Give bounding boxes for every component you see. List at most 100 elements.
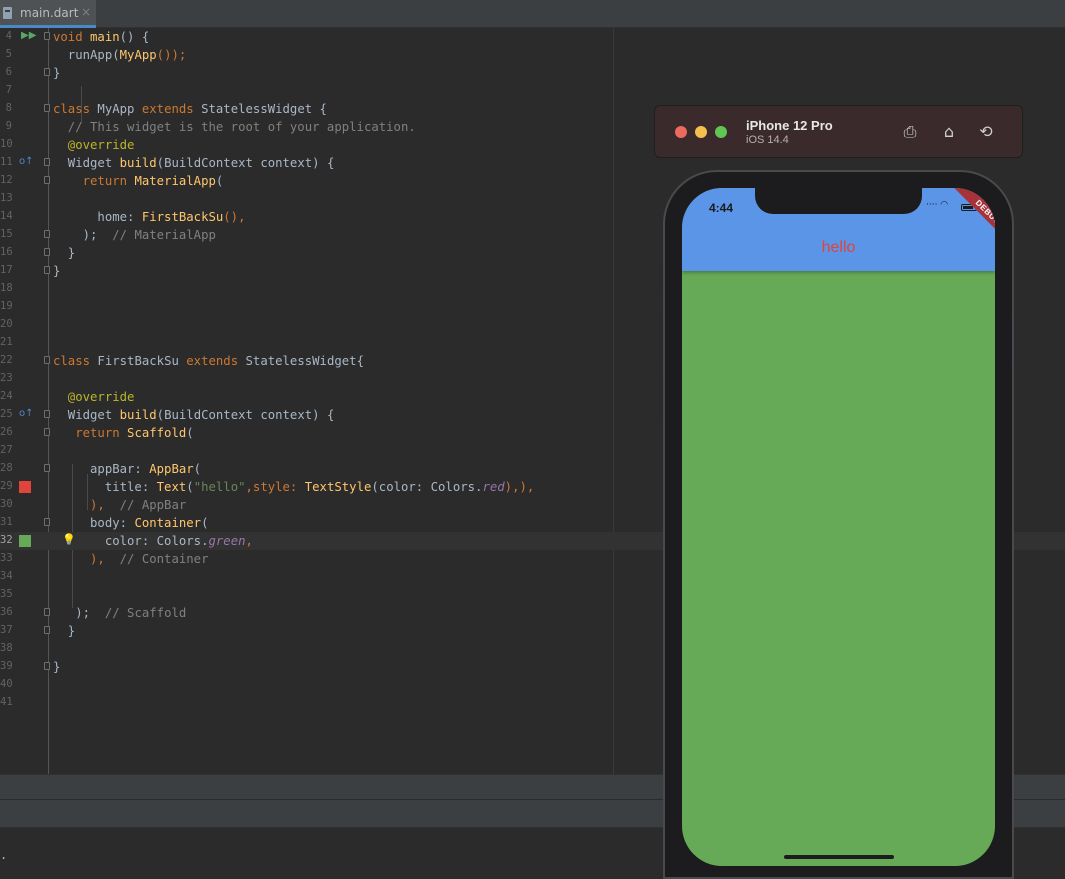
fold-marker[interactable] (44, 356, 50, 364)
code-text: body: Container( (53, 516, 209, 530)
code-text: color: Colors.green, (53, 534, 253, 548)
code-text: title: Text("hello",style: TextStyle(col… (53, 480, 535, 494)
line-number: 12 (0, 174, 13, 186)
home-icon[interactable]: ⌂ (938, 121, 960, 143)
line-number: 26 (0, 426, 13, 438)
fold-marker[interactable] (44, 428, 50, 436)
color-swatch-red[interactable] (19, 481, 31, 493)
fold-marker[interactable] (44, 68, 50, 76)
code-line: 4 ▶▶ void main() { (0, 28, 1065, 46)
fold-marker[interactable] (44, 176, 50, 184)
line-number: 33 (0, 552, 13, 564)
override-icon[interactable]: o↑ (19, 408, 34, 419)
code-line: 6 } (0, 64, 1065, 82)
phone-notch (755, 188, 922, 214)
code-annotation: @override (53, 390, 135, 404)
line-number: 25 (0, 408, 13, 420)
code-text: class FirstBackSu extends StatelessWidge… (53, 354, 364, 368)
run-icon[interactable]: ▶▶ (21, 30, 36, 41)
code-text: } (53, 246, 76, 260)
fold-marker[interactable] (44, 230, 50, 238)
line-number: 21 (0, 336, 13, 348)
code-line: 7 (0, 82, 1065, 100)
fold-marker[interactable] (44, 518, 50, 526)
line-number: 31 (0, 516, 13, 528)
close-window-button[interactable] (675, 126, 687, 138)
code-text: class MyApp extends StatelessWidget { (53, 102, 327, 116)
line-number: 27 (0, 444, 13, 456)
code-text: Widget build(BuildContext context) { (53, 408, 335, 422)
line-number: 8 (5, 102, 12, 114)
code-text: appBar: AppBar( (53, 462, 202, 476)
line-number: 39 (0, 660, 13, 672)
line-number: 36 (0, 606, 13, 618)
line-number: 11 (0, 156, 13, 168)
line-number: 40 (0, 678, 13, 690)
code-text: } (53, 264, 61, 278)
line-number: 6 (5, 66, 12, 78)
simulator-titlebar[interactable]: iPhone 12 Pro iOS 14.4 ⎙ ⌂ ⟲ (654, 105, 1023, 158)
line-number: 38 (0, 642, 13, 654)
phone-screen[interactable]: 4:44 ···· ◠ hello DEBUG (682, 188, 995, 866)
fold-marker[interactable] (44, 626, 50, 634)
fold-marker[interactable] (44, 32, 50, 40)
code-text: ); // Scaffold (53, 606, 187, 620)
line-number: 23 (0, 372, 13, 384)
line-number: 4 (5, 30, 12, 42)
line-number: 34 (0, 570, 13, 582)
console-output: . (0, 848, 8, 862)
code-text: return MaterialApp( (53, 174, 224, 188)
editor-tab-bar: main.dart × (0, 0, 1065, 28)
line-number: 15 (0, 228, 13, 240)
line-number: 7 (5, 84, 12, 96)
line-number: 14 (0, 210, 13, 222)
line-number: 28 (0, 462, 13, 474)
minimize-window-button[interactable] (695, 126, 707, 138)
fold-marker[interactable] (44, 266, 50, 274)
line-number: 18 (0, 282, 13, 294)
override-icon[interactable]: o↑ (19, 156, 34, 167)
code-text: } (53, 660, 61, 674)
line-number: 20 (0, 318, 13, 330)
code-text: ), // AppBar (53, 498, 187, 512)
line-number: 22 (0, 354, 13, 366)
code-line: 5 runApp(MyApp()); (0, 46, 1065, 64)
code-text: runApp(MyApp()); (53, 48, 187, 62)
os-version: iOS 14.4 (746, 134, 789, 146)
fold-marker[interactable] (44, 662, 50, 670)
status-time: 4:44 (709, 201, 734, 215)
fold-marker[interactable] (44, 104, 50, 112)
code-text: } (53, 624, 76, 638)
line-number: 16 (0, 246, 13, 258)
code-text: home: FirstBackSu(), (53, 210, 246, 224)
code-comment: // This widget is the root of your appli… (53, 120, 416, 134)
tab-main-dart[interactable]: main.dart × (0, 0, 96, 28)
tab-label: main.dart (20, 6, 79, 20)
line-number: 19 (0, 300, 13, 312)
line-number: 37 (0, 624, 13, 636)
code-text: return Scaffold( (53, 426, 194, 440)
zoom-window-button[interactable] (715, 126, 727, 138)
home-indicator[interactable] (784, 855, 894, 859)
wifi-icon: ···· ◠ (926, 200, 949, 210)
code-text: Widget build(BuildContext context) { (53, 156, 335, 170)
code-text: ); // MaterialApp (53, 228, 216, 242)
dart-file-icon (3, 7, 12, 19)
close-icon[interactable]: × (81, 5, 91, 19)
fold-marker[interactable] (44, 248, 50, 256)
code-text: ), // Container (53, 552, 209, 566)
rotate-icon[interactable]: ⟲ (975, 121, 997, 143)
fold-marker[interactable] (44, 410, 50, 418)
screenshot-icon[interactable]: ⎙ (899, 121, 921, 143)
fold-marker[interactable] (44, 608, 50, 616)
line-number: 41 (0, 696, 13, 708)
line-number: 35 (0, 588, 13, 600)
code-annotation: @override (53, 138, 135, 152)
line-number: 10 (0, 138, 13, 150)
fold-marker[interactable] (44, 464, 50, 472)
fold-marker[interactable] (44, 158, 50, 166)
line-number: 5 (5, 48, 12, 60)
line-number: 17 (0, 264, 13, 276)
app-bar-title: hello (821, 239, 856, 256)
color-swatch-green[interactable] (19, 535, 31, 547)
